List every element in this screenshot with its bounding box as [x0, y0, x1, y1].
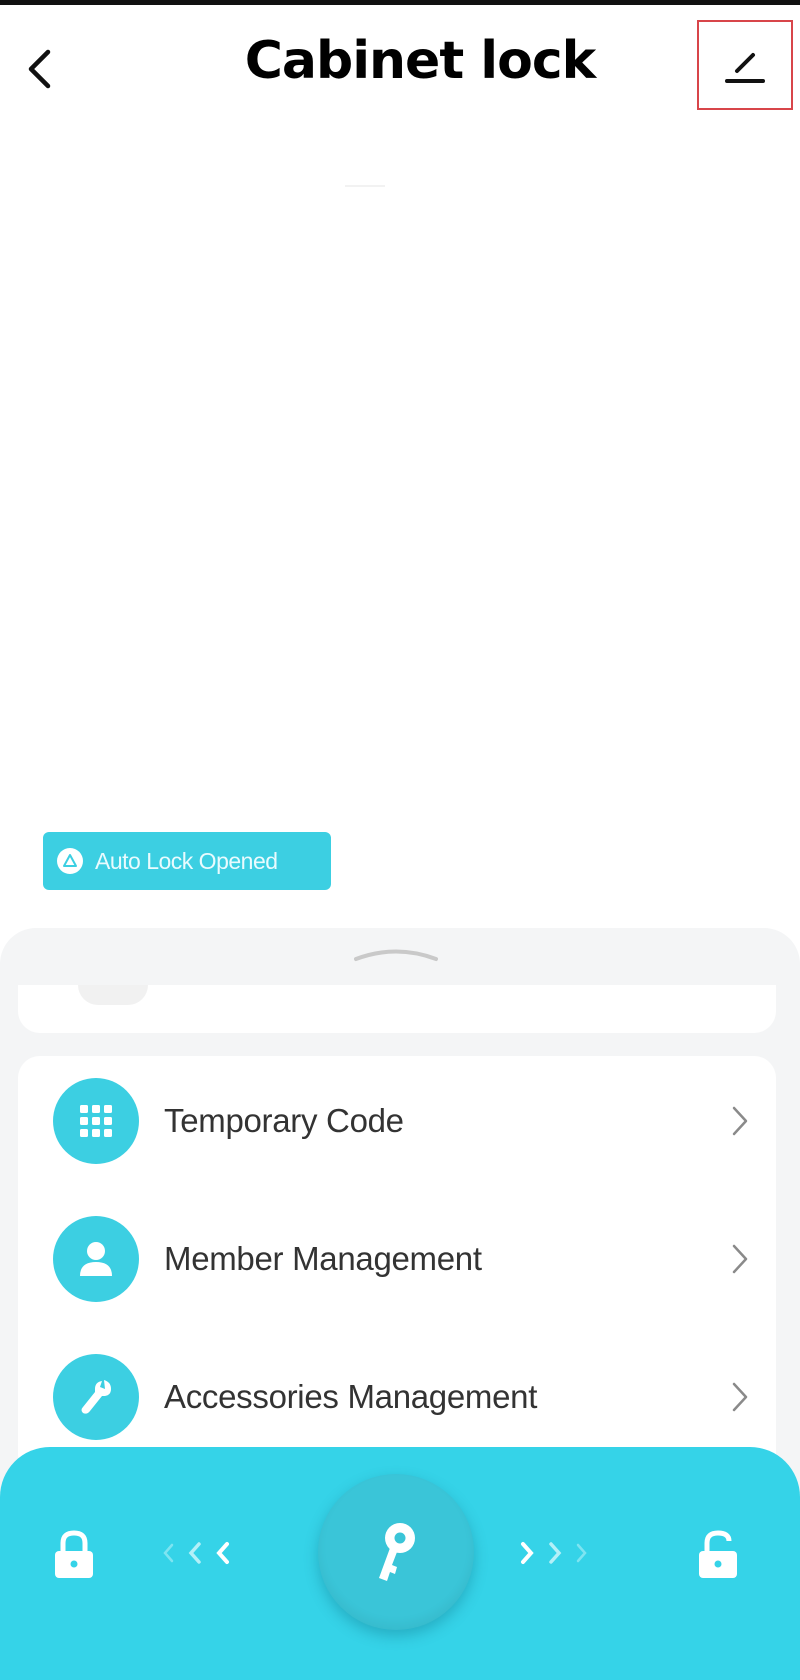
menu-item-temporary-code[interactable]: Temporary Code — [18, 1056, 776, 1186]
lock-closed-icon — [55, 1530, 93, 1578]
page-title: Cabinet lock — [244, 31, 597, 91]
lock-open-icon — [699, 1530, 737, 1578]
chevron-left-icon — [188, 1542, 201, 1564]
keypad-icon — [53, 1078, 139, 1164]
header: Cabinet lock — [0, 5, 800, 125]
auto-lock-label: Auto Lock Opened — [95, 847, 278, 874]
card-shadow-blob — [78, 985, 148, 1005]
menu-item-label: Accessories Management — [164, 1378, 538, 1415]
menu-item-member-management[interactable]: Member Management — [18, 1194, 776, 1324]
unlock-key-button[interactable] — [318, 1474, 474, 1630]
menu-item-accessories-management[interactable]: Accessories Management — [18, 1332, 776, 1462]
chevron-left-icon — [163, 1543, 174, 1563]
menu-card: Temporary Code Member Management Accesso… — [18, 1056, 776, 1476]
menu-item-label: Member Management — [164, 1240, 482, 1277]
edit-button[interactable] — [697, 20, 793, 110]
alert-triangle-icon — [57, 848, 83, 874]
key-icon — [379, 1523, 415, 1581]
person-icon — [53, 1216, 139, 1302]
unlock-button[interactable] — [688, 1525, 748, 1585]
chevron-right-icon — [732, 1382, 748, 1412]
chevron-left-icon — [216, 1542, 229, 1564]
wrench-icon — [53, 1354, 139, 1440]
collapsed-card — [18, 985, 776, 1033]
auto-lock-status-badge: Auto Lock Opened — [43, 832, 331, 890]
pencil-icon — [725, 53, 765, 83]
chevron-right-icon — [732, 1106, 748, 1136]
chevron-right-icon — [576, 1543, 587, 1563]
chevron-right-icon — [521, 1542, 534, 1564]
lock-button[interactable] — [44, 1525, 104, 1585]
sheet-drag-handle[interactable] — [354, 948, 438, 962]
faint-divider — [345, 185, 385, 187]
swipe-right-hint — [520, 1530, 588, 1576]
menu-item-label: Temporary Code — [164, 1102, 404, 1139]
chevron-right-icon — [549, 1542, 562, 1564]
swipe-left-hint — [162, 1530, 230, 1576]
chevron-right-icon — [732, 1244, 748, 1274]
